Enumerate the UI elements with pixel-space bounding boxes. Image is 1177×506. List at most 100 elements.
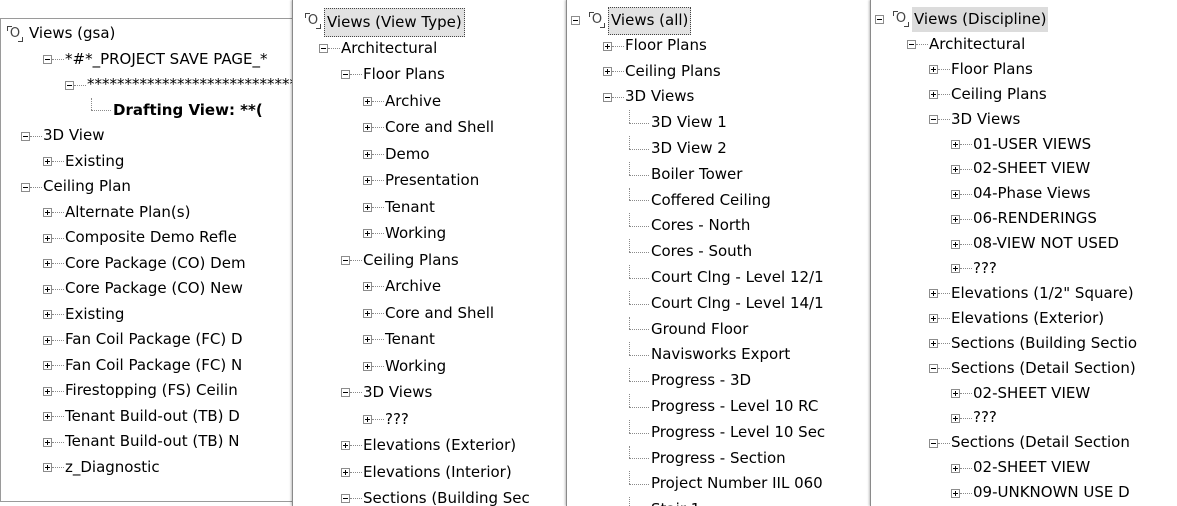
tree-item-floor-plans[interactable]: Floor Plans	[567, 33, 876, 59]
tree-item-tenant[interactable]: Tenant	[293, 326, 572, 353]
tree-item-ceiling-plans[interactable]: Ceiling Plans	[293, 247, 572, 274]
collapse-toggle[interactable]	[929, 115, 938, 125]
collapse-toggle[interactable]	[907, 40, 916, 50]
expand-toggle[interactable]	[929, 90, 938, 100]
tree-item-ceiling-plan[interactable]: Ceiling Plan	[1, 174, 299, 200]
tree-item-01-user-views[interactable]: 01-USER VIEWS	[871, 132, 1177, 157]
tree-item-tenant-build-out-tb-n[interactable]: Tenant Build-out (TB) N	[1, 429, 299, 455]
expand-toggle[interactable]	[951, 214, 960, 224]
tree-item-working[interactable]: Working	[293, 353, 572, 380]
expand-toggle[interactable]	[603, 67, 612, 77]
expand-toggle[interactable]	[43, 437, 52, 447]
tree-item-drafting-view[interactable]: Drafting View: **(	[1, 97, 299, 124]
expand-toggle[interactable]	[363, 96, 372, 106]
tree-item-progress-level-10-sec[interactable]: Progress - Level 10 Sec	[567, 419, 876, 446]
expand-toggle[interactable]	[341, 441, 350, 451]
expand-toggle[interactable]	[929, 314, 938, 324]
expand-toggle[interactable]	[43, 386, 52, 396]
expand-toggle[interactable]	[929, 289, 938, 299]
expand-toggle[interactable]	[43, 361, 52, 371]
collapse-toggle[interactable]	[65, 80, 74, 90]
tree-root[interactable]: O Views (gsa)	[1, 21, 299, 47]
tree-item-02-sheet-view[interactable]: 02-SHEET VIEW	[871, 156, 1177, 181]
collapse-toggle[interactable]	[341, 70, 350, 80]
tree-item-court-clng-level-14-1[interactable]: Court Clng - Level 14/1	[567, 290, 876, 317]
tree-item-3d-views[interactable]: 3D Views	[293, 379, 572, 406]
tree-item-item[interactable]: ???	[871, 256, 1177, 281]
tree-item-core-package-co-dem[interactable]: Core Package (CO) Dem	[1, 251, 299, 277]
collapse-toggle[interactable]	[43, 55, 52, 65]
tree-item-ground-floor[interactable]: Ground Floor	[567, 316, 876, 343]
collapse-toggle[interactable]	[21, 131, 30, 141]
expand-toggle[interactable]	[43, 310, 52, 320]
expand-toggle[interactable]	[951, 413, 960, 423]
tree-item-ceiling-plans[interactable]: Ceiling Plans	[871, 82, 1177, 107]
expand-toggle[interactable]	[363, 282, 372, 292]
tree-item-core-and-shell[interactable]: Core and Shell	[293, 114, 572, 141]
tree-item-stair-1[interactable]: Stair 1	[567, 497, 876, 506]
tree-item-04-phase-views[interactable]: 04-Phase Views	[871, 181, 1177, 206]
expand-toggle[interactable]	[363, 414, 372, 424]
tree-item-core-and-shell[interactable]: Core and Shell	[293, 300, 572, 327]
expand-toggle[interactable]	[951, 388, 960, 398]
collapse-toggle[interactable]	[603, 93, 612, 103]
tree-item-architectural[interactable]: Architectural	[293, 35, 572, 62]
expand-toggle[interactable]	[951, 488, 960, 498]
expand-toggle[interactable]	[43, 208, 52, 218]
tree-root[interactable]: O Views (View Type)	[293, 8, 572, 37]
tree-item-06-renderings[interactable]: 06-RENDERINGS	[871, 206, 1177, 231]
expand-toggle[interactable]	[43, 157, 52, 167]
expand-toggle[interactable]	[43, 233, 52, 243]
expand-toggle[interactable]	[951, 264, 960, 274]
tree-root[interactable]: O Views (all)	[567, 7, 876, 35]
tree-item-project-number-iil-060[interactable]: Project Number IIL 060	[567, 471, 876, 497]
tree-item-sections-building-sec[interactable]: Sections (Building Sec	[293, 485, 572, 506]
collapse-toggle[interactable]	[319, 43, 328, 53]
tree-item-firestopping-fs-ceilin[interactable]: Firestopping (FS) Ceilin	[1, 378, 299, 404]
tree-item-sections-detail-section[interactable]: Sections (Detail Section	[871, 430, 1177, 455]
tree-item-item[interactable]: ???	[871, 405, 1177, 430]
expand-toggle[interactable]	[43, 259, 52, 269]
tree-item-existing[interactable]: Existing	[1, 302, 299, 328]
collapse-toggle[interactable]	[21, 182, 30, 192]
expand-toggle[interactable]	[363, 229, 372, 239]
tree-item-working[interactable]: Working	[293, 220, 572, 247]
tree-item-elevations-exterior[interactable]: Elevations (Exterior)	[293, 432, 572, 459]
expand-toggle[interactable]	[363, 149, 372, 159]
expand-toggle[interactable]	[929, 65, 938, 75]
expand-toggle[interactable]	[43, 412, 52, 422]
expand-toggle[interactable]	[43, 335, 52, 345]
tree-item-coffered-ceiling[interactable]: Coffered Ceiling	[567, 187, 876, 214]
expand-toggle[interactable]	[363, 123, 372, 133]
expand-toggle[interactable]	[43, 463, 52, 473]
tree-item-alternate-plan-s[interactable]: Alternate Plan(s)	[1, 200, 299, 226]
tree-item-archive[interactable]: Archive	[293, 88, 572, 115]
tree-item-existing[interactable]: Existing	[1, 149, 299, 175]
tree-item-3d-view-2[interactable]: 3D View 2	[567, 136, 876, 162]
collapse-toggle[interactable]	[929, 438, 938, 448]
tree-item-02-sheet-view[interactable]: 02-SHEET VIEW	[871, 381, 1177, 406]
tree-item-floor-plans[interactable]: Floor Plans	[293, 61, 572, 88]
tree-item-presentation[interactable]: Presentation	[293, 167, 572, 194]
collapse-toggle[interactable]	[929, 364, 938, 374]
tree-item-cores-south[interactable]: Cores - South	[567, 239, 876, 265]
tree-item-tenant[interactable]: Tenant	[293, 194, 572, 221]
tree-item-progress-section[interactable]: Progress - Section	[567, 445, 876, 472]
tree-item-progress-3d[interactable]: Progress - 3D	[567, 368, 876, 394]
expand-toggle[interactable]	[951, 463, 960, 473]
expand-toggle[interactable]	[929, 339, 938, 349]
expand-toggle[interactable]	[951, 139, 960, 149]
tree-item-navisworks-export[interactable]: Navisworks Export	[567, 342, 876, 368]
tree-item-elevations-exterior[interactable]: Elevations (Exterior)	[871, 306, 1177, 331]
tree-item-sections-detail-section[interactable]: Sections (Detail Section)	[871, 356, 1177, 381]
tree-item-architectural[interactable]: Architectural	[871, 32, 1177, 57]
tree-item-fan-coil-package-fc-d[interactable]: Fan Coil Package (FC) D	[1, 327, 299, 353]
tree-item-sections-building-sectio[interactable]: Sections (Building Sectio	[871, 331, 1177, 356]
expand-toggle[interactable]	[363, 335, 372, 345]
tree-item-elevations-1-2-square[interactable]: Elevations (1/2" Square)	[871, 281, 1177, 306]
tree-item-progress-level-10-rc[interactable]: Progress - Level 10 RC	[567, 394, 876, 420]
tree-root[interactable]: O Views (Discipline)	[871, 7, 1177, 32]
tree-item-floor-plans[interactable]: Floor Plans	[871, 57, 1177, 82]
tree-item-3d-views[interactable]: 3D Views	[871, 107, 1177, 132]
tree-item-cores-north[interactable]: Cores - North	[567, 213, 876, 239]
